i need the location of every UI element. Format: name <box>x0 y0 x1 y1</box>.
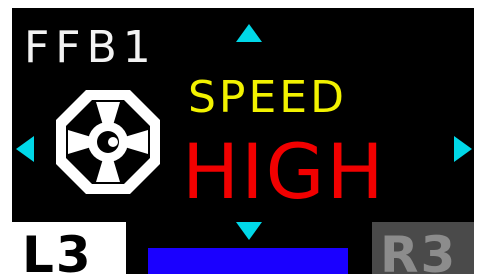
channel-label: FFB1 <box>24 22 157 73</box>
triangle-right-icon[interactable] <box>454 136 472 162</box>
setting-name: SPEED <box>188 72 347 123</box>
setting-value: HIGH <box>182 127 386 216</box>
status-bar <box>148 248 348 274</box>
l3-button[interactable]: L3 <box>12 222 126 274</box>
triangle-down-icon[interactable] <box>236 222 262 240</box>
steering-wheel-icon <box>56 90 160 194</box>
r3-button-label: R3 <box>380 226 458 274</box>
triangle-left-icon[interactable] <box>16 136 34 162</box>
triangle-up-icon[interactable] <box>236 24 262 42</box>
r3-button[interactable]: R3 <box>372 222 474 274</box>
l3-button-label: L3 <box>22 226 93 274</box>
lcd-display: FFB1 SPEED HIGH L3 R3 <box>12 8 474 274</box>
ffb-settings-screen: FFB1 SPEED HIGH L3 R3 <box>0 0 482 274</box>
